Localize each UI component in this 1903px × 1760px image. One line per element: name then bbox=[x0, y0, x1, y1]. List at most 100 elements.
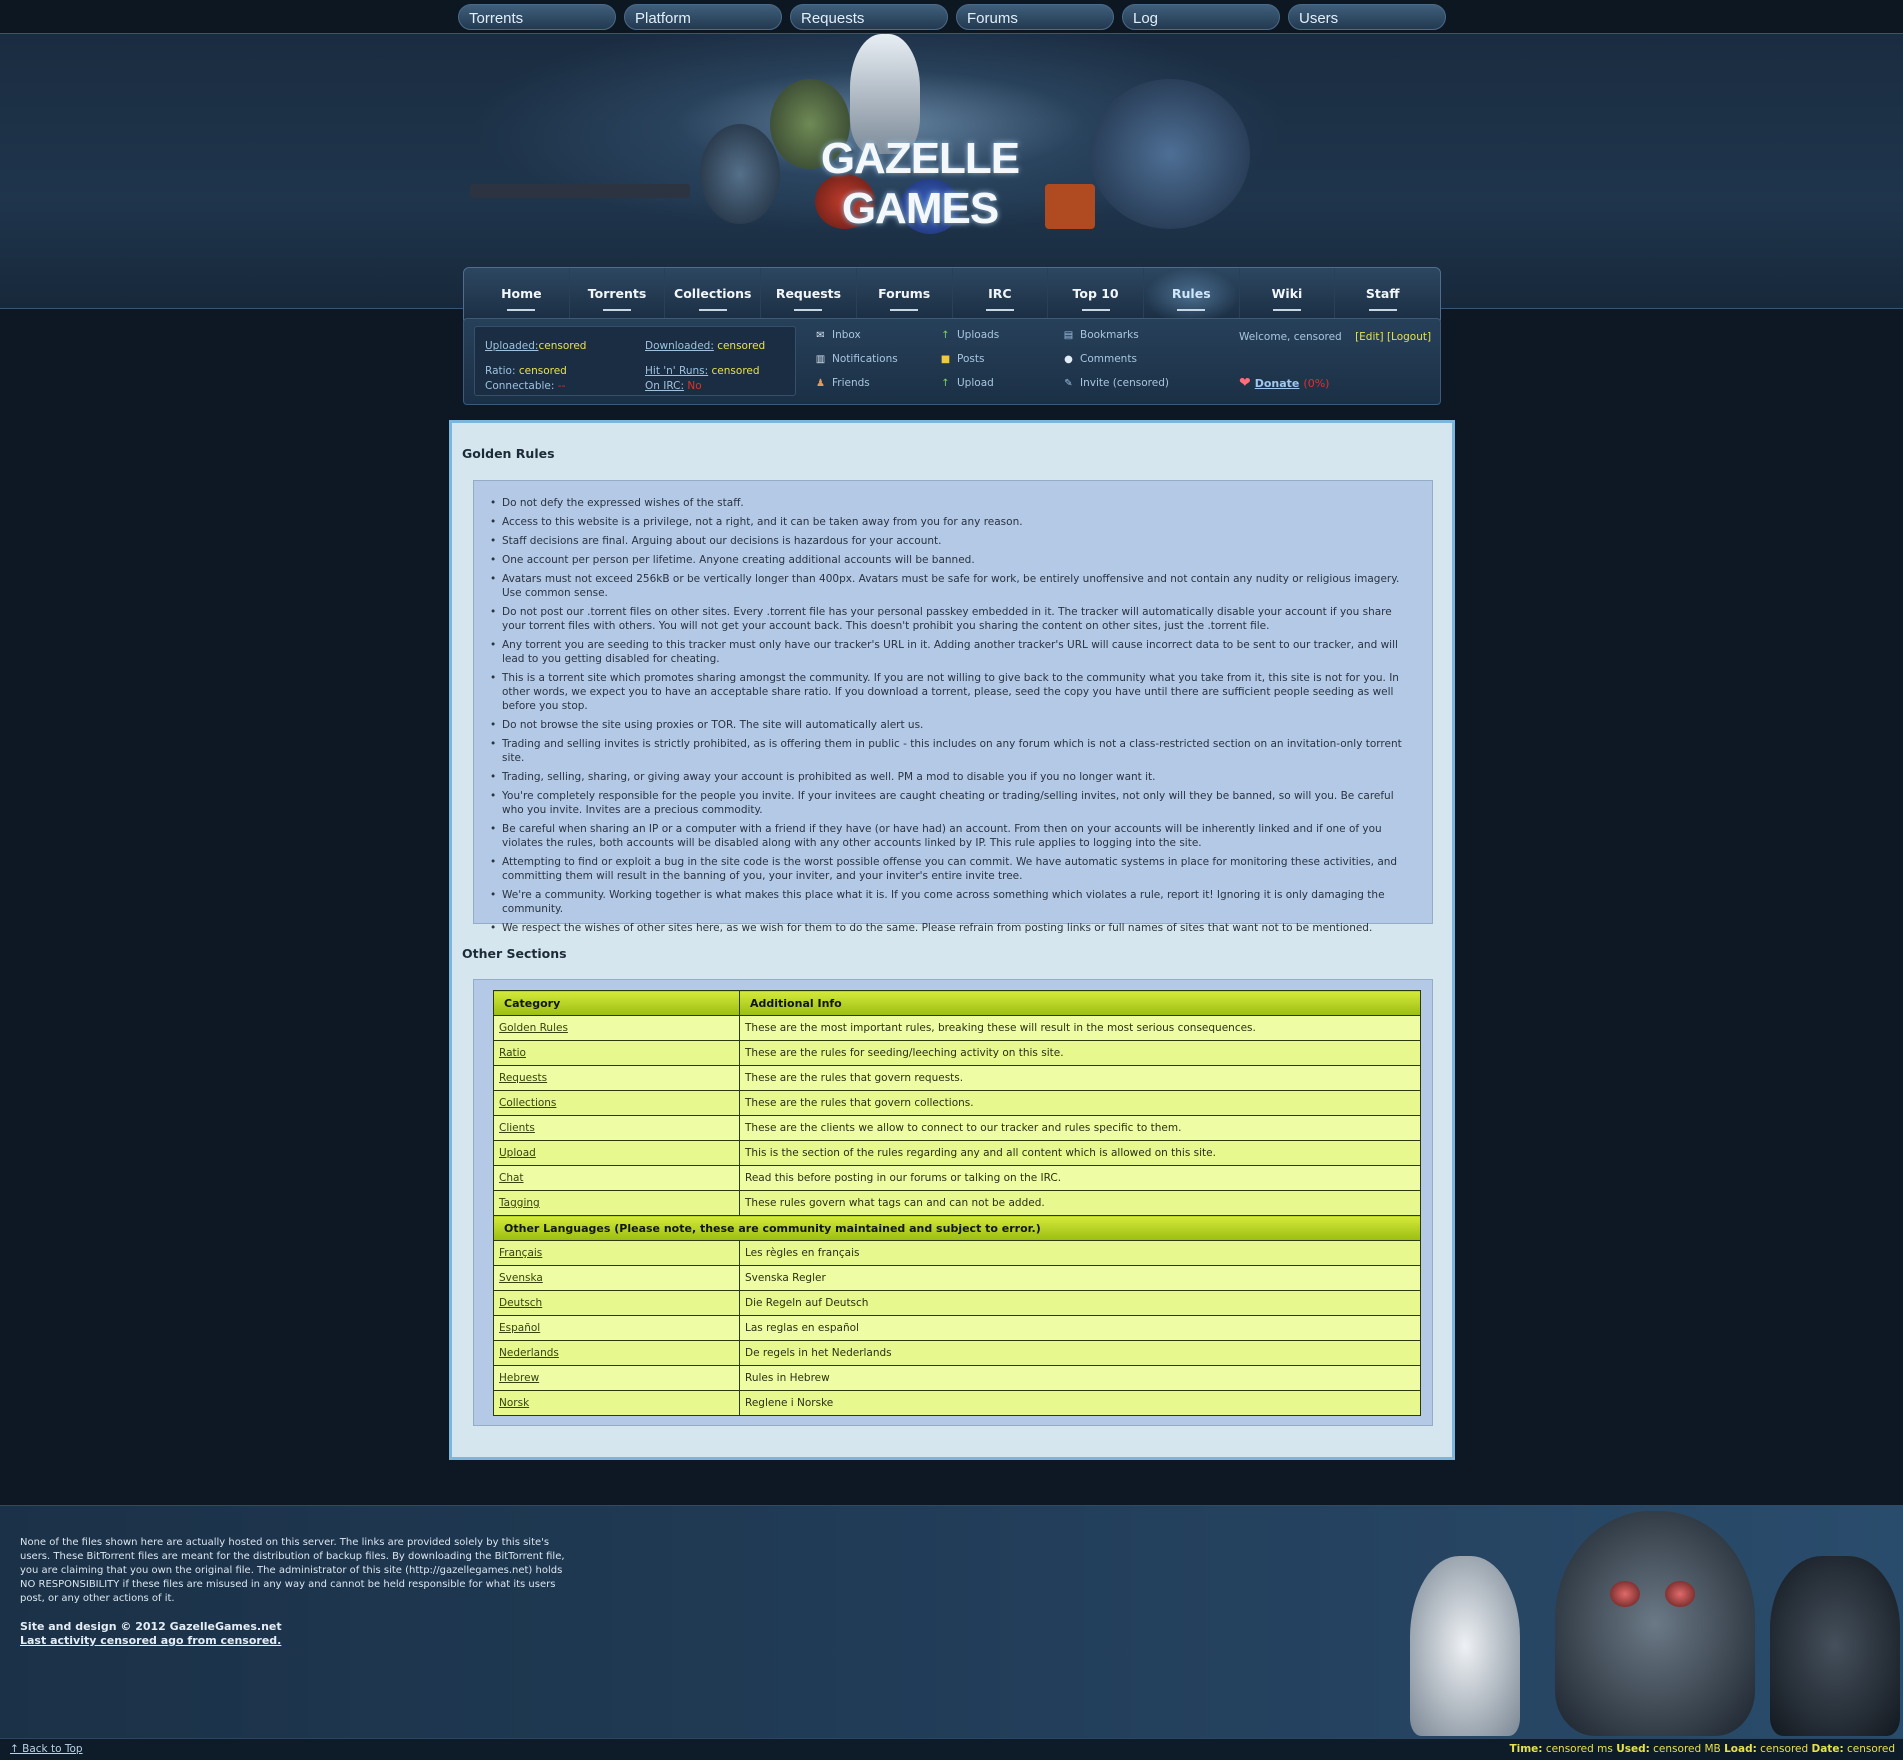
category-cell: Collections bbox=[493, 1090, 740, 1116]
language-link[interactable]: Français bbox=[499, 1247, 542, 1259]
footer-disclaimer: None of the files shown here are actuall… bbox=[20, 1537, 565, 1604]
top-tab-forums[interactable]: Forums bbox=[956, 4, 1114, 30]
link-notifications[interactable]: ▥ Notifications bbox=[814, 353, 898, 365]
link-posts[interactable]: ■ Posts bbox=[939, 353, 985, 365]
category-cell: Chat bbox=[493, 1165, 740, 1191]
rule-item: Be careful when sharing an IP or a compu… bbox=[488, 822, 1412, 850]
banner-character bbox=[700, 124, 780, 224]
section-link[interactable]: Clients bbox=[499, 1122, 535, 1134]
link-friends[interactable]: ♟ Friends bbox=[814, 377, 870, 389]
info-cell: These rules govern what tags can and can… bbox=[739, 1190, 1421, 1216]
stat-uploaded-label[interactable]: Uploaded: bbox=[485, 340, 538, 352]
nav-torrents[interactable]: Torrents bbox=[570, 268, 666, 324]
footer-last-activity[interactable]: Last activity censored ago from censored… bbox=[20, 1634, 282, 1648]
section-link[interactable]: Ratio bbox=[499, 1047, 526, 1059]
language-link[interactable]: Nederlands bbox=[499, 1347, 559, 1359]
stat-ratio-label: Ratio: bbox=[485, 365, 516, 377]
info-cell: These are the rules that govern requests… bbox=[739, 1065, 1421, 1091]
table-row: Collections These are the rules that gove… bbox=[493, 1090, 1421, 1116]
rule-item: One account per person per lifetime. Any… bbox=[488, 553, 1412, 567]
language-link[interactable]: Español bbox=[499, 1322, 540, 1334]
table-row: Nederlands De regels in het Nederlands bbox=[493, 1340, 1421, 1366]
link-bookmarks-label: Bookmarks bbox=[1080, 329, 1139, 341]
nav-top10[interactable]: Top 10 bbox=[1048, 268, 1144, 324]
link-posts-label: Posts bbox=[957, 353, 985, 365]
language-link[interactable]: Svenska bbox=[499, 1272, 543, 1284]
top-tabs: Torrents Platform Requests Forums Log Us… bbox=[458, 4, 1446, 30]
link-inbox[interactable]: ✉ Inbox bbox=[814, 329, 861, 341]
friends-icon: ♟ bbox=[816, 377, 825, 389]
language-link[interactable]: Hebrew bbox=[499, 1372, 539, 1384]
table-row: Golden Rules These are the most important… bbox=[493, 1015, 1421, 1041]
stat-ratio: Ratio: censored bbox=[485, 365, 567, 377]
donate-link[interactable]: Donate bbox=[1255, 377, 1300, 390]
user-panel: Uploaded:censored Downloaded: censored R… bbox=[463, 318, 1441, 405]
table-row: Chat Read this before posting in our foru… bbox=[493, 1165, 1421, 1191]
logout-link[interactable]: [Logout] bbox=[1387, 331, 1431, 343]
section-link[interactable]: Collections bbox=[499, 1097, 556, 1109]
golden-rules-box: Do not defy the expressed wishes of the … bbox=[473, 480, 1433, 935]
notifications-icon: ▥ bbox=[815, 353, 826, 365]
footer-character bbox=[1555, 1511, 1755, 1736]
link-upload[interactable]: ↑ Upload bbox=[939, 377, 994, 389]
column-header-category: Category bbox=[493, 990, 740, 1016]
nav-rules[interactable]: Rules bbox=[1143, 268, 1240, 324]
table-row: Requests These are the rules that govern … bbox=[493, 1065, 1421, 1091]
section-link[interactable]: Golden Rules bbox=[499, 1022, 568, 1034]
section-link[interactable]: Tagging bbox=[499, 1197, 540, 1209]
site-header: GAZELLE GAMES Home Torrents Collections … bbox=[0, 34, 1903, 325]
main-nav: Home Torrents Collections Requests Forum… bbox=[463, 267, 1441, 325]
edit-profile-link[interactable]: [Edit] bbox=[1355, 331, 1384, 343]
rule-item: We're a community. Working together is w… bbox=[488, 888, 1412, 916]
link-uploads[interactable]: ↑ Uploads bbox=[939, 329, 999, 341]
section-link[interactable]: Upload bbox=[499, 1147, 536, 1159]
language-link[interactable]: Deutsch bbox=[499, 1297, 542, 1309]
info-cell: These are the most important rules, brea… bbox=[739, 1015, 1421, 1041]
link-comments[interactable]: ● Comments bbox=[1062, 353, 1137, 365]
nav-home[interactable]: Home bbox=[474, 268, 570, 324]
nav-requests[interactable]: Requests bbox=[761, 268, 857, 324]
section-link[interactable]: Chat bbox=[499, 1172, 524, 1184]
stat-irc-value: No bbox=[687, 380, 702, 392]
nav-forums[interactable]: Forums bbox=[857, 268, 953, 324]
top-tab-users[interactable]: Users bbox=[1288, 4, 1446, 30]
stat-downloaded-label[interactable]: Downloaded: bbox=[645, 340, 714, 352]
category-cell: Tagging bbox=[493, 1190, 740, 1216]
comment-icon: ● bbox=[1064, 353, 1073, 365]
performance-stats: Time: censored ms Used: censored MB Load… bbox=[1509, 1743, 1895, 1755]
nav-irc[interactable]: IRC bbox=[953, 268, 1049, 324]
back-to-top-link[interactable]: ↑ Back to Top bbox=[10, 1743, 83, 1755]
info-cell: These are the rules that govern collecti… bbox=[739, 1090, 1421, 1116]
info-cell: Les règles en français bbox=[739, 1240, 1421, 1266]
nav-collections[interactable]: Collections bbox=[665, 268, 762, 324]
rule-item: You're completely responsible for the pe… bbox=[488, 789, 1412, 817]
invite-icon: ✎ bbox=[1064, 377, 1073, 389]
category-cell: Golden Rules bbox=[493, 1015, 740, 1041]
banner-character bbox=[1090, 79, 1250, 229]
top-tab-log[interactable]: Log bbox=[1122, 4, 1280, 30]
top-tab-platform[interactable]: Platform bbox=[624, 4, 782, 30]
language-link[interactable]: Norsk bbox=[499, 1397, 529, 1409]
top-tab-requests[interactable]: Requests bbox=[790, 4, 948, 30]
rule-item: Attempting to find or exploit a bug in t… bbox=[488, 855, 1412, 883]
table-row: Clients These are the clients we allow to… bbox=[493, 1115, 1421, 1141]
rule-item: Staff decisions are final. Arguing about… bbox=[488, 534, 1412, 548]
perf-date-label: Date: bbox=[1811, 1743, 1844, 1755]
stat-hnr-value: censored bbox=[711, 365, 760, 377]
info-cell: Svenska Regler bbox=[739, 1265, 1421, 1291]
nav-wiki[interactable]: Wiki bbox=[1240, 268, 1336, 324]
category-cell: Ratio bbox=[493, 1040, 740, 1066]
nav-staff[interactable]: Staff bbox=[1335, 268, 1430, 324]
link-inbox-label: Inbox bbox=[832, 329, 861, 341]
section-link[interactable]: Requests bbox=[499, 1072, 547, 1084]
stat-irc-label[interactable]: On IRC: bbox=[645, 380, 684, 392]
link-bookmarks[interactable]: ▤ Bookmarks bbox=[1062, 329, 1139, 341]
perf-used-label: Used: bbox=[1616, 1743, 1650, 1755]
link-invite[interactable]: ✎ Invite (censored) bbox=[1062, 377, 1169, 389]
stat-hnr-label[interactable]: Hit 'n' Runs: bbox=[645, 365, 708, 377]
top-tab-torrents[interactable]: Torrents bbox=[458, 4, 616, 30]
site-logo[interactable]: GAZELLE GAMES bbox=[790, 134, 1050, 234]
user-stats: Uploaded:censored Downloaded: censored R… bbox=[474, 326, 796, 396]
golden-rules-heading: Golden Rules bbox=[462, 446, 555, 461]
category-cell: Clients bbox=[493, 1115, 740, 1141]
